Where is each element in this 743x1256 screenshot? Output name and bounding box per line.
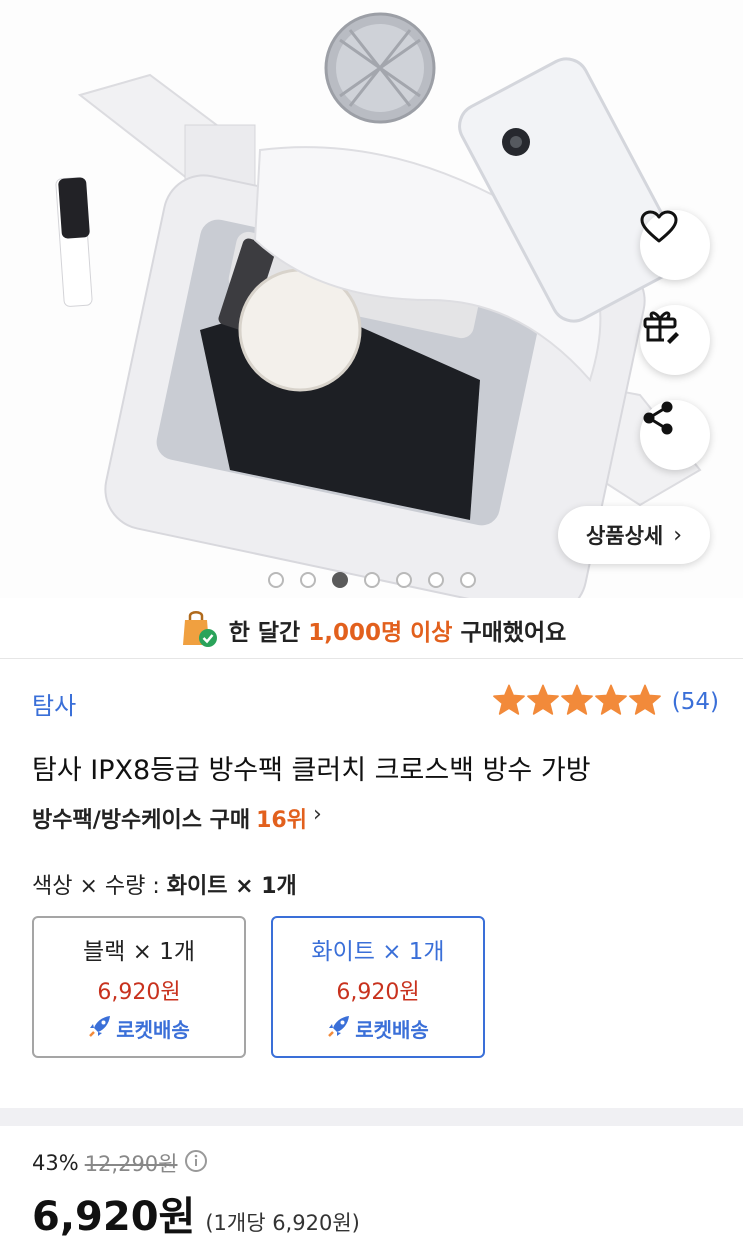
option-name: 블랙 × 1개 bbox=[82, 938, 195, 965]
gallery-dot[interactable] bbox=[459, 572, 476, 588]
wishlist-button[interactable] bbox=[640, 210, 710, 280]
discount-row: 43% 12,290원 bbox=[32, 1148, 208, 1178]
star-icon bbox=[492, 684, 525, 715]
purchase-count-text: 한 달간 1,000명 이상 구매했어요 bbox=[229, 613, 567, 647]
info-icon[interactable] bbox=[184, 1149, 208, 1178]
product-detail-button[interactable]: 상품상세 › bbox=[558, 506, 710, 564]
rocket-delivery-label: 로켓배송 bbox=[355, 1017, 429, 1042]
product-detail-label: 상품상세 bbox=[585, 524, 664, 548]
option-price: 6,920원 bbox=[336, 979, 420, 1005]
chevron-right-icon: › bbox=[673, 522, 683, 548]
star-icon bbox=[628, 684, 661, 715]
rank-category: 방수팩/방수케이스 구매 bbox=[32, 808, 251, 833]
product-title: 탐사 IPX8등급 방수팩 클러치 크로스백 방수 가방 bbox=[32, 755, 591, 786]
discount-percent: 43% bbox=[32, 1151, 79, 1175]
gift-button[interactable] bbox=[640, 305, 710, 375]
rank-number: 16위 bbox=[256, 808, 307, 833]
banner-prefix: 한 달간 bbox=[228, 620, 309, 646]
option-label-prefix: 색상 × 수량 : bbox=[32, 874, 167, 899]
shopping-bag-icon bbox=[177, 607, 219, 653]
sale-price: 6,920원 bbox=[32, 1194, 196, 1240]
option-label-value: 화이트 × 1개 bbox=[166, 874, 297, 899]
option-price: 6,920원 bbox=[97, 979, 181, 1005]
share-button[interactable] bbox=[640, 400, 710, 470]
gallery-dot-active[interactable] bbox=[331, 572, 348, 588]
rocket-icon bbox=[88, 1014, 112, 1043]
rating[interactable]: (54) bbox=[492, 684, 719, 720]
section-separator bbox=[0, 1108, 743, 1126]
rocket-delivery-badge: 로켓배송 bbox=[88, 1014, 190, 1043]
original-price: 12,290원 bbox=[84, 1152, 178, 1176]
unit-price: (1개당 6,920원) bbox=[205, 1211, 360, 1235]
star-icon bbox=[560, 684, 593, 715]
divider bbox=[0, 658, 743, 659]
gallery-dot[interactable] bbox=[299, 572, 316, 588]
gallery-pagination bbox=[0, 572, 743, 588]
rating-stars bbox=[492, 684, 662, 720]
banner-suffix: 구매했어요 bbox=[452, 620, 567, 646]
chevron-right-icon: › bbox=[312, 802, 322, 827]
brand-link[interactable]: 탐사 bbox=[32, 686, 76, 721]
option-card-white[interactable]: 화이트 × 1개 6,920원 로켓배송 bbox=[271, 916, 485, 1058]
gallery-dot[interactable] bbox=[267, 572, 284, 588]
star-icon bbox=[594, 684, 627, 715]
gallery-dot[interactable] bbox=[395, 572, 412, 588]
rocket-delivery-badge: 로켓배송 bbox=[327, 1014, 429, 1043]
star-icon bbox=[526, 684, 559, 715]
review-count: (54) bbox=[671, 689, 719, 715]
rocket-delivery-label: 로켓배송 bbox=[116, 1017, 190, 1042]
gallery-dot[interactable] bbox=[427, 572, 444, 588]
option-name: 화이트 × 1개 bbox=[311, 938, 445, 965]
gallery-dot[interactable] bbox=[363, 572, 380, 588]
purchase-count-banner: 한 달간 1,000명 이상 구매했어요 bbox=[0, 602, 743, 658]
option-card-black[interactable]: 블랙 × 1개 6,920원 로켓배송 bbox=[32, 916, 246, 1058]
price-row: 6,920원 (1개당 6,920원) bbox=[32, 1184, 360, 1242]
rocket-icon bbox=[327, 1014, 351, 1043]
category-rank-link[interactable]: 방수팩/방수케이스 구매 16위 › bbox=[32, 802, 322, 834]
option-label: 색상 × 수량 : 화이트 × 1개 bbox=[32, 868, 297, 900]
banner-highlight: 1,000명 이상 bbox=[308, 620, 453, 646]
product-image-gallery[interactable]: 상품상세 › bbox=[0, 0, 743, 598]
